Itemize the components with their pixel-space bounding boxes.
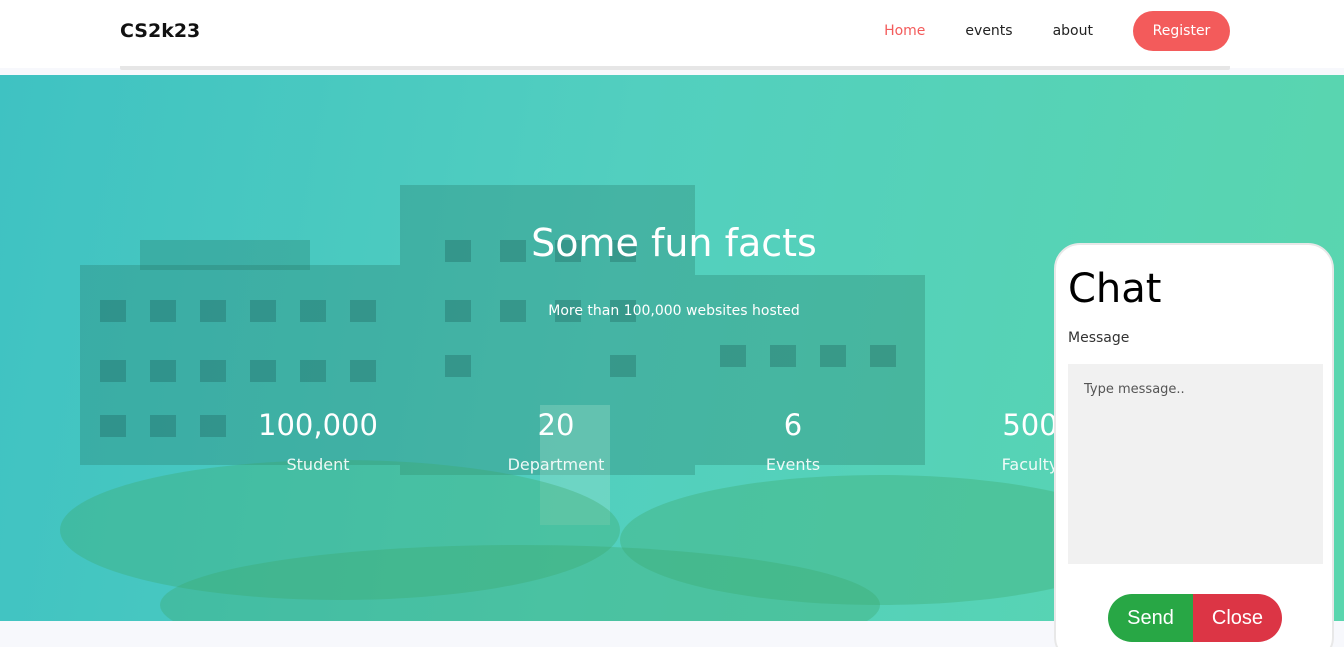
nav-home-link[interactable]: Home	[884, 23, 925, 39]
register-button[interactable]: Register	[1133, 11, 1230, 51]
nav-events-link[interactable]: events	[965, 23, 1012, 39]
stat-value: 100,000	[258, 408, 378, 442]
message-label: Message	[1068, 330, 1130, 346]
chat-title: Chat	[1068, 266, 1162, 312]
stat-value: 6	[783, 408, 803, 442]
stat-students: 100,000 Student	[218, 405, 418, 474]
nav-about-link[interactable]: about	[1053, 23, 1093, 39]
stat-departments: 20 Department	[456, 405, 656, 474]
header-divider	[120, 66, 1230, 70]
message-input[interactable]	[1068, 364, 1323, 564]
site-header: CS2k23 Home events about Register	[0, 0, 1344, 68]
send-button[interactable]: Send	[1108, 594, 1193, 642]
site-logo[interactable]: CS2k23	[120, 20, 200, 42]
stat-label: Department	[507, 455, 605, 474]
close-button[interactable]: Close	[1193, 594, 1282, 642]
stat-label: Events	[765, 455, 821, 474]
stat-events: 6 Events	[693, 405, 893, 474]
chat-widget: Chat Message Send Close	[1054, 243, 1334, 647]
main-nav: Home events about Register	[884, 11, 1230, 51]
stat-value: 20	[537, 408, 575, 442]
stat-label: Student	[286, 455, 350, 474]
